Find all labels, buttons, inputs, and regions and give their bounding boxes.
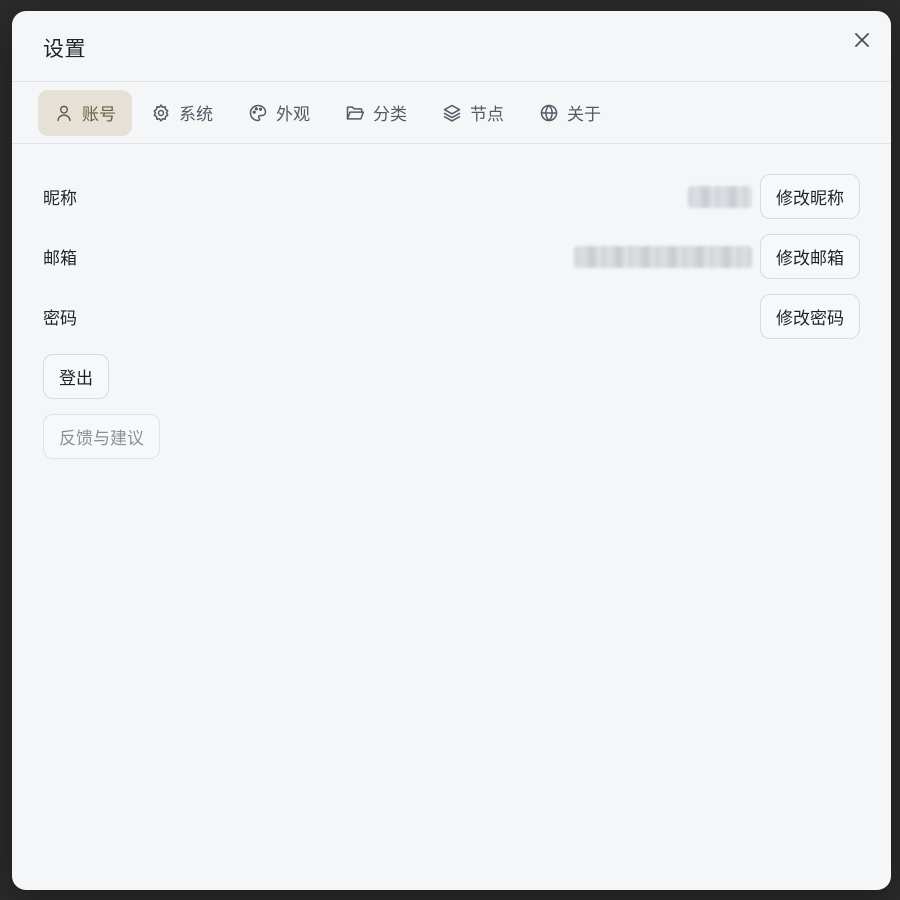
- email-label: 邮箱: [43, 249, 77, 269]
- feedback-button[interactable]: 反馈与建议: [43, 414, 160, 459]
- globe-icon: [540, 104, 558, 121]
- user-icon: [57, 105, 71, 121]
- tab-label: 外观: [276, 105, 310, 125]
- tab-nodes[interactable]: 节点: [426, 90, 520, 136]
- settings-tabs: 账号 系统 外观 分类 节点 关于: [12, 82, 891, 144]
- dialog-header: 设置: [12, 11, 891, 82]
- dialog-title: 设置: [43, 37, 86, 61]
- tab-label: 分类: [373, 105, 407, 125]
- logout-row: 登出: [43, 354, 860, 399]
- nickname-label: 昵称: [43, 189, 77, 209]
- account-panel: 昵称 修改昵称 邮箱 修改邮箱 密码 修改密码 登出 反馈与建议: [12, 144, 891, 459]
- close-icon: [855, 33, 869, 47]
- password-label: 密码: [43, 309, 77, 329]
- edit-password-button[interactable]: 修改密码: [760, 294, 860, 339]
- tab-label: 节点: [470, 105, 504, 125]
- layers-icon: [443, 104, 461, 122]
- feedback-row: 反馈与建议: [43, 414, 860, 459]
- nickname-row: 昵称 修改昵称: [43, 174, 860, 219]
- folder-icon: [346, 105, 365, 120]
- nickname-value-redacted: [688, 185, 752, 208]
- tab-label: 系统: [179, 105, 213, 125]
- tab-account[interactable]: 账号: [38, 89, 132, 136]
- tab-about[interactable]: 关于: [523, 90, 617, 136]
- palette-icon: [249, 104, 267, 121]
- gear-icon: [153, 103, 169, 122]
- edit-email-button[interactable]: 修改邮箱: [760, 234, 860, 279]
- email-row: 邮箱 修改邮箱: [43, 234, 860, 279]
- close-button[interactable]: [851, 29, 873, 51]
- tab-category[interactable]: 分类: [329, 90, 423, 136]
- tab-label: 账号: [82, 105, 116, 125]
- password-row: 密码 修改密码: [43, 294, 860, 339]
- edit-nickname-button[interactable]: 修改昵称: [760, 174, 860, 219]
- tab-appearance[interactable]: 外观: [232, 90, 326, 136]
- logout-button[interactable]: 登出: [43, 354, 109, 399]
- tab-label: 关于: [567, 105, 601, 125]
- email-value-redacted: [574, 245, 752, 268]
- settings-dialog: 设置 账号 系统 外观 分类 节点 关于 昵称 修改昵称 邮箱 修改邮箱 密码 …: [12, 11, 891, 890]
- tab-system[interactable]: 系统: [135, 90, 229, 136]
